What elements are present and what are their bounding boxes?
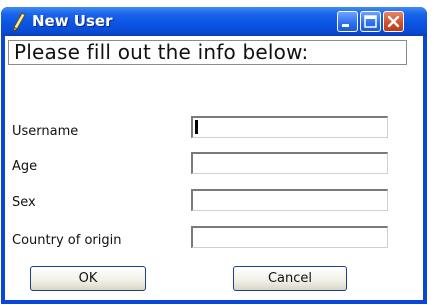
dialog-window: New User Please fill out the info below:…	[1, 7, 427, 304]
close-icon	[387, 15, 400, 28]
country-input[interactable]	[191, 226, 388, 248]
maximize-button[interactable]	[360, 11, 381, 32]
instruction-heading: Please fill out the info below:	[8, 40, 407, 65]
sex-label: Sex	[12, 195, 36, 210]
username-input[interactable]	[191, 116, 388, 138]
maximize-icon	[364, 15, 377, 28]
age-label: Age	[12, 159, 38, 174]
window-title: New User	[32, 12, 113, 30]
ok-button[interactable]: OK	[30, 266, 146, 291]
title-bar[interactable]: New User	[1, 7, 427, 36]
age-input[interactable]	[191, 152, 388, 174]
country-label: Country of origin	[12, 233, 122, 248]
sex-input[interactable]	[191, 189, 388, 211]
cancel-button[interactable]: Cancel	[233, 266, 347, 291]
minimize-icon	[342, 24, 349, 27]
text-cursor	[195, 120, 198, 134]
dialog-body: Please fill out the info below: Username…	[5, 36, 423, 300]
close-button[interactable]	[383, 11, 404, 32]
minimize-button[interactable]	[337, 11, 358, 32]
username-label: Username	[12, 124, 79, 139]
pen-icon	[11, 12, 27, 32]
